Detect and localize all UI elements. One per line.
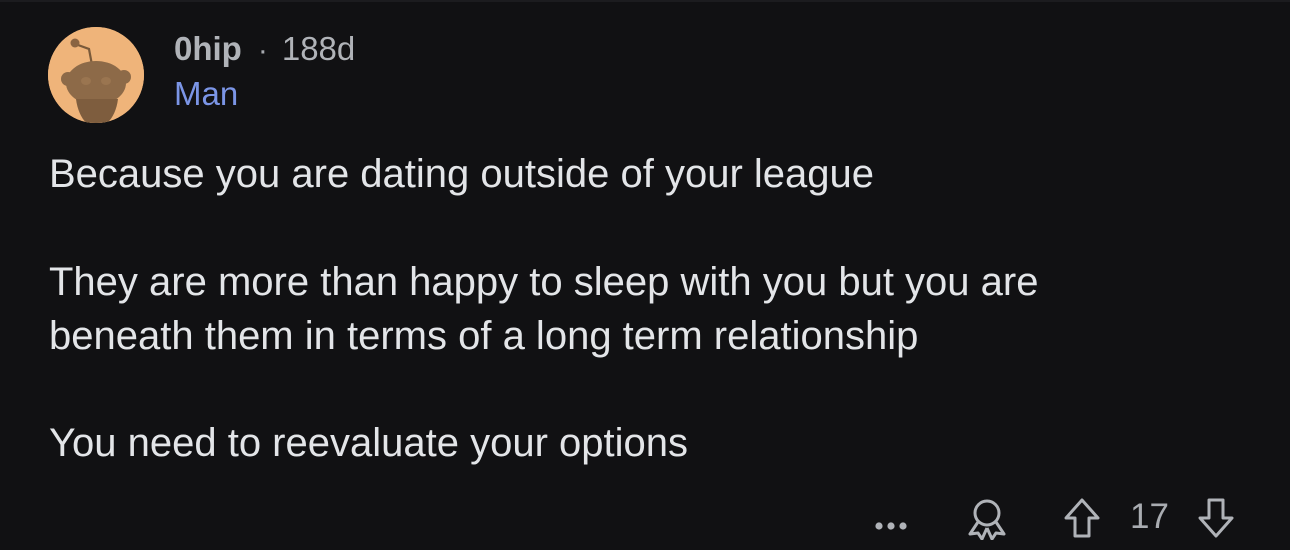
comment-line: They are more than happy to sleep with y… <box>49 260 1039 304</box>
comment-line: Because you are dating outside of your l… <box>49 152 875 196</box>
top-divider <box>0 0 1290 2</box>
upvote-arrow-icon <box>1064 498 1100 538</box>
downvote-button[interactable] <box>1196 496 1236 540</box>
comment-paragraph-3: You need to reevaluate your options <box>49 416 688 470</box>
comment-actions-bar: 17 <box>0 494 1290 544</box>
more-options-button[interactable] <box>870 502 916 534</box>
username[interactable]: 0hip <box>174 30 242 68</box>
comment-line: beneath them in terms of a long term rel… <box>49 314 919 358</box>
vote-count: 17 <box>1130 497 1169 536</box>
downvote-arrow-icon <box>1198 498 1234 538</box>
snoo-avatar-icon <box>48 27 144 123</box>
award-icon <box>968 499 1006 541</box>
user-flair: Man <box>174 75 239 112</box>
upvote-button[interactable] <box>1062 496 1102 540</box>
award-button[interactable] <box>964 496 1010 541</box>
comment-paragraph-2: They are more than happy to sleep with y… <box>49 255 1038 363</box>
comment-header: 0hip · 188d <box>174 30 355 70</box>
comment-age: 188d <box>281 30 356 67</box>
more-options-icon <box>875 522 907 530</box>
meta-separator: · <box>257 34 268 67</box>
user-avatar[interactable] <box>48 27 144 123</box>
comment-paragraph-1: Because you are dating outside of your l… <box>49 147 874 201</box>
comment-line: You need to reevaluate your options <box>49 421 689 465</box>
